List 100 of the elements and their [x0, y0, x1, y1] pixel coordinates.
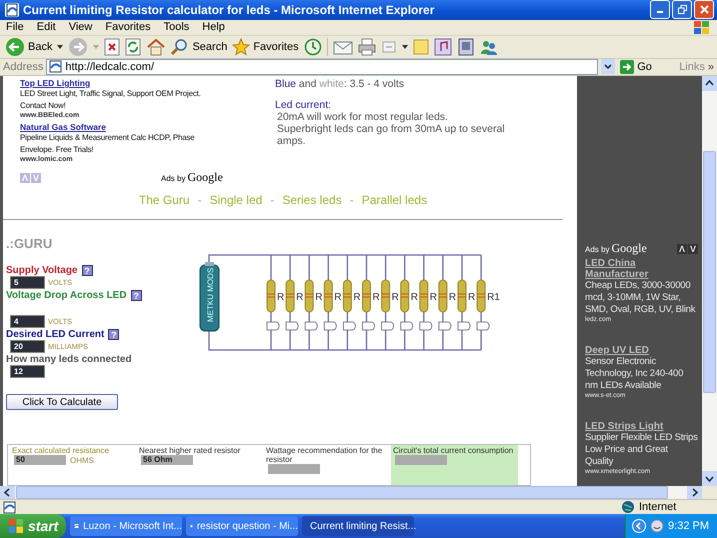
history-icon[interactable]	[304, 38, 322, 56]
resistor-label: R	[468, 292, 476, 304]
scroll-up-icon[interactable]	[702, 76, 717, 91]
mail-icon[interactable]	[332, 38, 353, 55]
address-label: Address	[3, 60, 44, 73]
field-label: Desired LED Current	[6, 329, 104, 340]
ads-by-label: Ads by	[161, 174, 186, 183]
taskbar-button[interactable]: Luzon - Microsoft Int...	[70, 516, 182, 536]
ad-title-link[interactable]: Deep UV LED	[585, 345, 698, 356]
resistor-label: R	[410, 292, 418, 304]
nav-separator: -	[198, 192, 202, 209]
windows-logo-icon	[8, 518, 24, 534]
dropdown-icon[interactable]	[601, 59, 616, 74]
favorites-button[interactable]: Favorites	[232, 38, 299, 56]
ad-previous-button[interactable]: Λ	[677, 244, 687, 254]
close-icon	[700, 5, 708, 14]
result-label: Exact calculated resistance	[12, 446, 110, 455]
color-voltage-line: Blue and white: 3.5 - 4 volts	[275, 78, 405, 90]
number-input[interactable]: 5	[10, 276, 45, 290]
start-button[interactable]: start	[0, 514, 66, 538]
result-label: Nearest higher rated resistor	[139, 446, 242, 455]
menu-item[interactable]: Favorites	[105, 21, 151, 34]
ad-text: Sensor Electronic Technology, Inc 240-400 nm LEDs Available	[585, 356, 684, 392]
caret-icon[interactable]	[402, 44, 408, 49]
minimize-button[interactable]	[650, 0, 670, 20]
ad-title-link[interactable]: LED Strips Light	[585, 421, 698, 432]
unit-label: OHMS	[70, 456, 94, 464]
menu-item[interactable]: Edit	[36, 21, 56, 34]
google-logo-text: Google	[187, 170, 223, 185]
info-text: 20mA will work for most regular leds.	[276, 111, 449, 123]
number-input[interactable]: 20	[10, 340, 45, 354]
number-input[interactable]: 12	[10, 365, 45, 378]
result-label: Wattage recommendation for the resistor	[266, 446, 384, 464]
close-button[interactable]	[694, 0, 714, 20]
resistor-label: R	[430, 292, 438, 304]
led-current-heading: Led current:	[275, 99, 332, 111]
caret-icon[interactable]	[57, 44, 64, 49]
ad-text: Supplier Flexible LED Strips Low Price and Great Quality	[585, 432, 698, 468]
globe-icon	[621, 500, 635, 514]
smiley-icon[interactable]	[650, 519, 664, 533]
resistor-label: R	[448, 292, 456, 304]
battery-drawing	[200, 262, 220, 332]
info-text: Superbright leds can go from 30mA up to several amps.	[276, 123, 506, 147]
horizontal-scrollbar[interactable]	[0, 486, 717, 499]
menu-item[interactable]: Help	[202, 21, 225, 34]
ad-title-link[interactable]: LED China Manufacturer	[585, 258, 698, 280]
ads-by-label: Ads by	[585, 245, 610, 254]
ad-title-link[interactable]: Top LED Lighting	[20, 78, 250, 88]
field-label: How many leds connected	[6, 354, 132, 366]
ad-text: Cheap LEDs, 3000-30000 mcd, 3-10MM, 1W Star, SMD, Oval, RGB, UV, Blink	[585, 280, 696, 316]
resistor-label: R	[296, 292, 304, 304]
resistor-label: R	[392, 292, 399, 304]
window-title: Current limiting Resistor calculator for leds - Microsoft Internet Explorer	[23, 2, 436, 17]
menu-item[interactable]: File	[6, 21, 24, 34]
result-value: 56 Ohm	[141, 455, 193, 465]
restore-button[interactable]	[672, 0, 692, 20]
resistor-label: R	[277, 292, 284, 304]
ad-text: LED Street Light, Traffic Signal, Support OEM Project. Contact Now!	[20, 88, 202, 112]
google-logo-text: Google	[611, 241, 647, 256]
ad-next-button[interactable]: V	[688, 244, 698, 254]
scroll-down-icon[interactable]	[702, 471, 717, 486]
resistor-label: R	[372, 292, 380, 304]
chevron-icon[interactable]	[632, 519, 646, 533]
page-icon	[49, 60, 62, 74]
more-chevron[interactable]: »	[708, 60, 714, 73]
star-icon	[232, 38, 250, 56]
taskbar-button[interactable]: Current limiting Resist...	[302, 516, 414, 536]
ad-title-link[interactable]: Natural Gas Software	[20, 122, 250, 132]
back-button[interactable]: Back	[5, 36, 52, 57]
refresh-icon[interactable]	[125, 38, 142, 56]
page-icon	[5, 2, 19, 17]
nav-separator: -	[350, 192, 354, 209]
result-value	[395, 455, 447, 465]
stop-icon[interactable]	[104, 38, 120, 56]
result-value: 50	[14, 455, 66, 465]
menu-item[interactable]: Tools	[164, 21, 190, 34]
menu-item[interactable]: View	[68, 21, 92, 34]
scroll-right-icon[interactable]	[687, 486, 702, 499]
battery-label: METKU MODS	[206, 268, 215, 322]
clock: 9:32 PM	[668, 520, 709, 532]
address-field[interactable]: http://ledcalc.com/	[46, 58, 598, 75]
section-title: .:GURU	[6, 236, 54, 252]
go-button[interactable]: Go	[620, 60, 676, 74]
scroll-left-icon[interactable]	[0, 486, 15, 499]
search-button[interactable]: Search	[171, 38, 228, 56]
resistor-label: R	[315, 292, 322, 304]
field-label: Voltage Drop Across LED	[6, 290, 127, 302]
printer-icon[interactable]	[358, 38, 376, 56]
field-label: Supply Voltage	[6, 265, 78, 276]
number-input[interactable]: 4	[10, 315, 45, 328]
resistor-label: R	[334, 292, 342, 304]
home-icon[interactable]	[146, 38, 166, 56]
taskbar-button[interactable]: resistor question - Mi...	[186, 516, 298, 536]
nav-separator: -	[270, 192, 274, 209]
resistor-label: R	[353, 292, 361, 304]
calculate-button[interactable]: Click To Calculate	[6, 394, 118, 410]
vertical-scrollbar[interactable]	[702, 76, 717, 486]
page-icon	[3, 500, 16, 514]
ad-text: Pipeline Liquids & Measurement Calc HCDP, Phase Envelope. Free Trials!	[20, 132, 196, 156]
result-value	[268, 464, 320, 474]
